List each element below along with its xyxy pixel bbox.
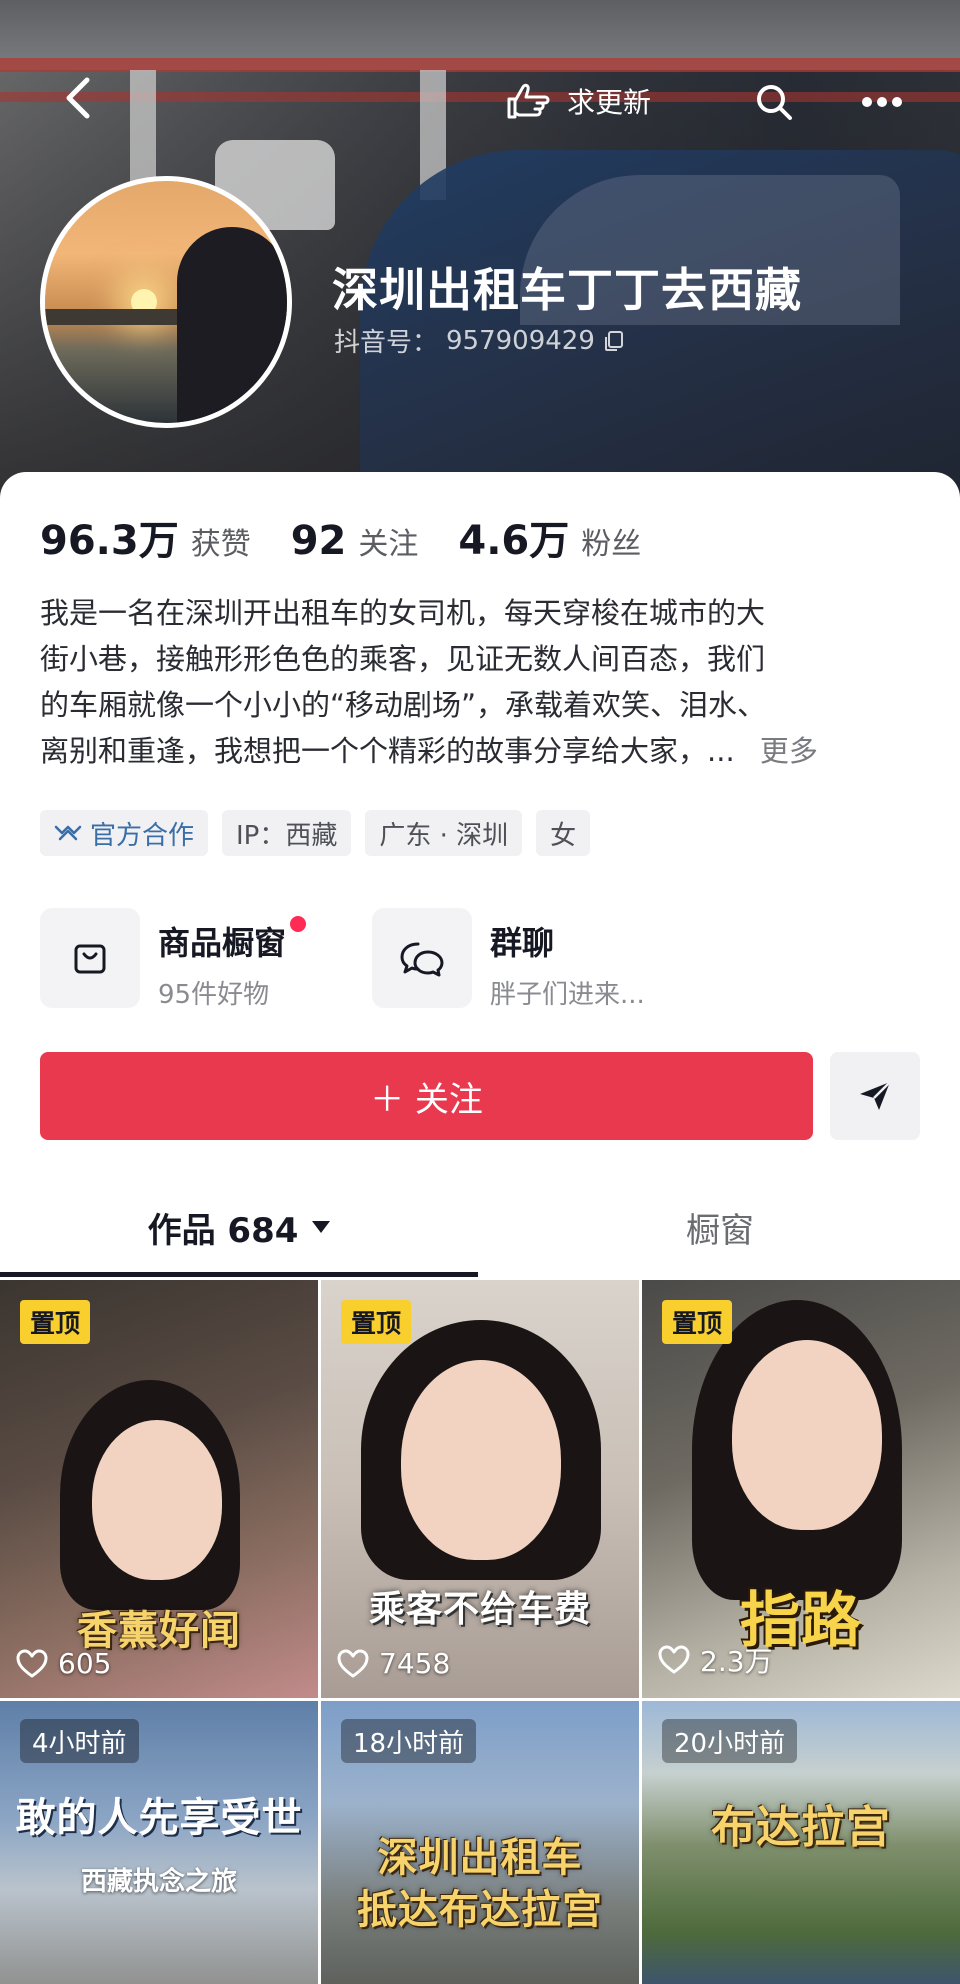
shop-icon-box [40,908,140,1008]
video-tile[interactable]: 置顶 指路 2.3万 [642,1280,960,1698]
dropdown-caret-icon [312,1221,331,1233]
request-update-button[interactable]: 求更新 [505,76,651,126]
likes-count: 7458 [379,1647,451,1680]
video-tile[interactable]: 置顶 香薰好闻 605 [0,1280,318,1698]
stat-followers[interactable]: 4.6万 粉丝 [458,508,641,566]
bio-line-last: 离别和重逢，我想把一个个精彩的故事分享给大家，... 更多 [40,728,940,774]
shop-window-shortcut[interactable]: 商品橱窗 95件好物 [40,908,307,1011]
shop-title-label: 商品橱窗 [158,924,287,962]
notification-dot [290,916,307,932]
profile-nickname: 深圳出租车丁丁去西藏 [332,263,802,317]
shop-text: 商品橱窗 95件好物 [158,908,307,1011]
back-arrow-icon [66,77,90,119]
likes-count: 2.3万 [700,1645,773,1678]
content-tabs: 作品 684 橱窗 [0,1172,960,1282]
tab-works[interactable]: 作品 684 [0,1172,480,1282]
pinned-badge: 置顶 [341,1300,412,1344]
search-icon [757,85,792,120]
time-badge: 20小时前 [662,1719,798,1763]
group-icon-box [372,908,472,1008]
pointing-hand-icon [507,83,550,119]
bio-line: 的车厢就像一个小小的“移动剧场”，承载着欢笑、泪水、 [40,688,767,722]
time-badge: 4小时前 [20,1719,139,1763]
heart-icon [658,1645,690,1674]
share-button[interactable] [830,1052,920,1140]
search-button[interactable] [748,76,800,128]
request-update-label: 求更新 [567,86,652,119]
video-tile[interactable]: 20小时前 布达拉宫 [642,1701,960,1984]
bio-line: 离别和重逢，我想把一个个精彩的故事分享给大家，... [40,734,735,768]
thumbnail-face [92,1420,222,1580]
tab-showcase[interactable]: 橱窗 [480,1172,960,1282]
more-button[interactable] [856,76,908,128]
douyin-id-prefix: 抖音号： [334,328,439,358]
video-tile[interactable]: 4小时前 敢的人先享受世 西藏执念之旅 [0,1701,318,1984]
follow-button[interactable]: ＋ 关注 [40,1052,813,1140]
group-subtitle: 胖子们进来... [490,980,645,1010]
douyin-id[interactable]: 抖音号： 957909429 [334,322,625,359]
group-chat-shortcut[interactable]: 群聊 胖子们进来... [372,908,645,1011]
group-text: 群聊 胖子们进来... [490,908,645,1011]
thumbnail-face [401,1360,561,1560]
video-likes: 605 [16,1647,111,1680]
profile-bio[interactable]: 我是一名在深圳开出租车的女司机，每天穿梭在城市的大 街小巷，接触形形色色的乘客，… [40,590,940,774]
back-button[interactable] [50,70,106,126]
stat-label: 关注 [358,527,419,562]
stat-likes[interactable]: 96.3万 获赞 [40,508,251,566]
shopping-bag-icon [74,944,106,974]
stat-value: 92 [290,518,347,564]
follow-label: ＋ 关注 [370,1079,483,1120]
stat-value: 96.3万 [40,518,179,564]
copy-icon[interactable] [603,330,625,352]
thumbnail-face [732,1340,882,1530]
avatar[interactable] [40,176,292,428]
video-tile[interactable]: 18小时前 深圳出租车 抵达布达拉宫 [321,1701,639,1984]
heart-icon [337,1649,369,1677]
tab-works-label: 作品 684 [147,1210,299,1251]
handshake-icon [54,825,82,841]
shop-subtitle: 95件好物 [158,980,270,1010]
stat-following[interactable]: 92 关注 [291,518,419,564]
video-caption: 乘客不给车费 [368,1589,591,1630]
video-grid: 置顶 香薰好闻 605 置顶 乘客不给车费 7458 置顶 指路 2.3万 4小… [0,1280,960,1984]
group-title: 群聊 [490,924,555,962]
likes-count: 605 [58,1647,112,1680]
shop-title: 商品橱窗 [158,916,307,964]
bio-line: 街小巷，接触形形色色的乘客，见证无数人间百态，我们 [40,642,766,676]
time-badge: 18小时前 [341,1719,477,1763]
stat-label: 粉丝 [581,527,642,562]
tag-region: 广东 · 深圳 [365,810,523,856]
profile-tags: 官方合作 IP：西藏 广东 · 深圳 女 [40,810,591,856]
video-likes: 7458 [337,1647,450,1680]
video-caption: 敢的人先享受世 [15,1795,303,1841]
profile-stats: 96.3万 获赞 92 关注 4.6万 粉丝 [40,508,681,566]
stat-label: 获赞 [190,527,251,562]
pinned-badge: 置顶 [20,1300,91,1344]
douyin-id-value: 957909429 [446,325,595,356]
tag-official-label: 官方合作 [90,820,195,851]
stat-value: 4.6万 [458,518,570,564]
bio-line: 我是一名在深圳开出租车的女司机，每天穿梭在城市的大 [40,596,766,630]
active-tab-indicator [0,1272,478,1277]
heart-icon [16,1649,48,1677]
video-caption-line2: 抵达布达拉宫 [357,1887,603,1933]
tab-showcase-label: 橱窗 [686,1210,754,1251]
profile-card: 96.3万 获赞 92 关注 4.6万 粉丝 我是一名在深圳开出租车的女司机，每… [0,472,960,1984]
chat-bubbles-icon [400,942,444,977]
video-likes: 2.3万 [658,1640,773,1680]
tag-official-cooperation[interactable]: 官方合作 [40,810,209,856]
video-caption-line1: 深圳出租车 [377,1835,583,1881]
tag-gender: 女 [536,810,591,856]
more-dots-icon [862,97,902,107]
tag-ip-location: IP：西藏 [222,810,352,856]
avatar-person [177,227,287,423]
video-caption: 布达拉宫 [711,1802,891,1853]
pinned-badge: 置顶 [662,1300,733,1344]
share-send-icon [860,1081,891,1110]
bio-more-link[interactable]: 更多 [760,734,818,768]
video-tile[interactable]: 置顶 乘客不给车费 7458 [321,1280,639,1698]
video-subcaption: 西藏执念之旅 [80,1867,237,1897]
